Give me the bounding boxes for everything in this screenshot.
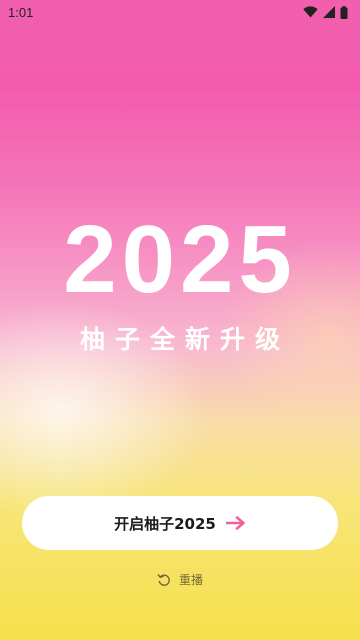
replay-button[interactable]: 重播 [0, 571, 360, 588]
replay-label: 重播 [178, 573, 203, 587]
upgrade-subtitle: 柚子全新升级 [79, 325, 290, 354]
year-title: 2025 [63, 206, 297, 313]
wifi-icon [303, 6, 318, 18]
arrow-right-icon [225, 516, 246, 530]
start-button-label: 开启柚子2025 [114, 514, 216, 533]
status-time: 1:01 [8, 4, 34, 20]
status-icons [303, 5, 348, 19]
start-button[interactable]: 开启柚子2025 [22, 496, 338, 550]
replay-icon [157, 573, 171, 587]
signal-icon [323, 6, 335, 18]
splash-screen: 1:01 2025 柚子全新升级 开启柚子2025 重播 [0, 0, 360, 640]
status-bar: 1:01 [0, 0, 360, 24]
battery-icon [340, 5, 348, 19]
